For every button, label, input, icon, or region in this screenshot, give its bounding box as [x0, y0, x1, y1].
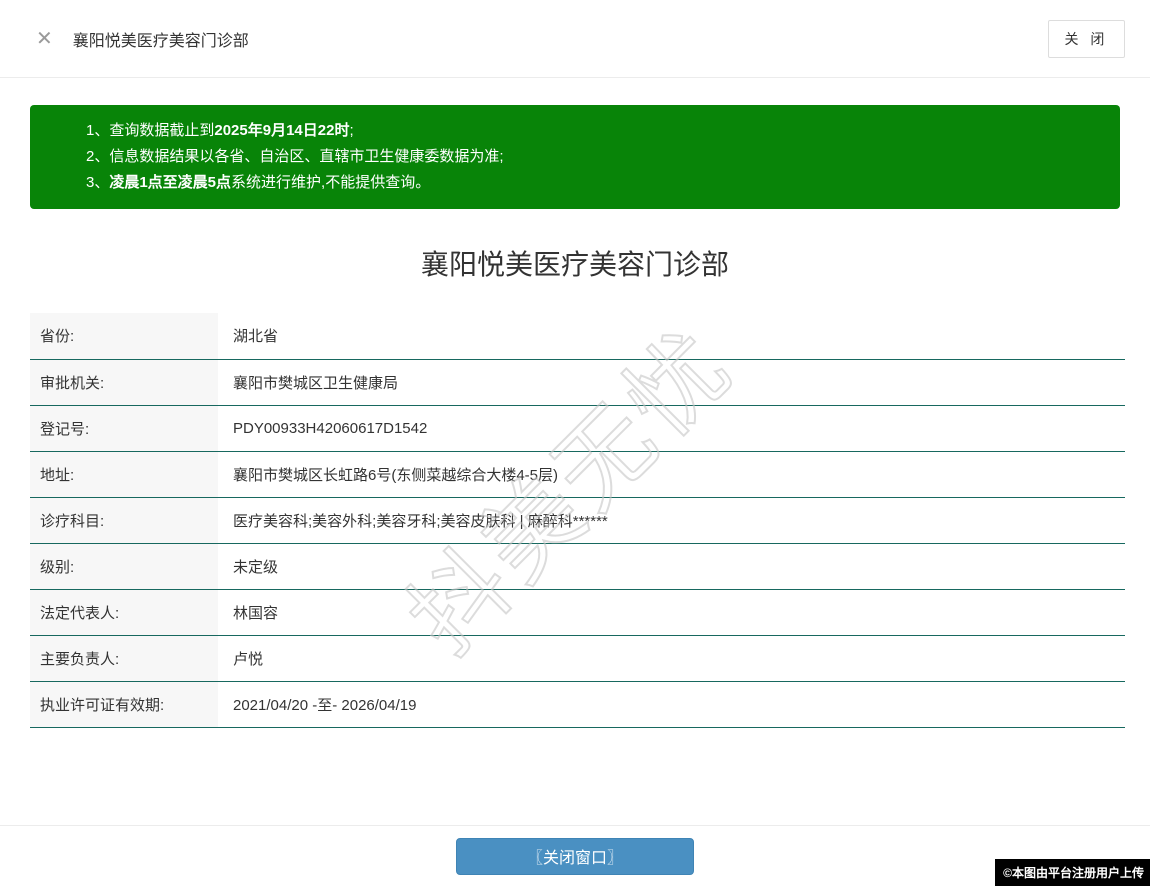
notice-num: 3、: [86, 174, 110, 191]
table-row: 登记号: PDY00933H42060617D1542: [30, 405, 1125, 452]
notice-box: 1、查询数据截止到2025年9月14日22时; 2、信息数据结果以各省、自治区、…: [30, 105, 1120, 209]
row-label: 执业许可证有效期:: [30, 681, 218, 728]
row-label: 省份:: [30, 313, 218, 360]
notice-num: 1、: [86, 122, 110, 139]
table-row: 地址: 襄阳市樊城区长虹路6号(东侧菜越综合大楼4-5层): [30, 451, 1125, 498]
notice-line: 3、凌晨1点至凌晨5点系统进行维护,不能提供查询。: [86, 170, 1100, 196]
close-icon[interactable]: ✕: [36, 29, 53, 49]
table-row: 诊疗科目: 医疗美容科;美容外科;美容牙科;美容皮肤科 | 麻醉科******: [30, 497, 1125, 544]
row-label: 级别:: [30, 543, 218, 590]
row-value: PDY00933H42060617D1542: [218, 405, 1125, 452]
notice-text: ;: [349, 122, 354, 139]
row-value: 襄阳市樊城区卫生健康局: [218, 359, 1125, 406]
notice-bold-text: 凌晨1点至凌晨5点: [109, 174, 232, 191]
table-row: 主要负责人: 卢悦: [30, 635, 1125, 682]
row-label: 审批机关:: [30, 359, 218, 406]
row-value: 卢悦: [218, 635, 1125, 682]
table-row: 执业许可证有效期: 2021/04/20 -至- 2026/04/19: [30, 681, 1125, 728]
row-label: 诊疗科目:: [30, 497, 218, 544]
close-window-button[interactable]: 〖关闭窗口〗: [456, 837, 694, 875]
row-value: 林国容: [218, 589, 1125, 636]
table-row: 级别: 未定级: [30, 543, 1125, 590]
notice-text: 信息数据结果以各省、自治区、直辖市卫生健康委数据为准;: [109, 148, 504, 165]
institution-info-table: 省份: 湖北省 审批机关: 襄阳市樊城区卫生健康局 登记号: PDY00933H420…: [30, 313, 1125, 728]
footer: 〖关闭窗口〗: [0, 826, 1150, 886]
row-value: 襄阳市樊城区长虹路6号(东侧菜越综合大楼4-5层): [218, 451, 1125, 498]
notice-num: 2、: [86, 148, 110, 165]
notice-text: 查询数据截止到: [109, 122, 215, 139]
row-value: 医疗美容科;美容外科;美容牙科;美容皮肤科 | 麻醉科******: [218, 497, 1125, 544]
row-value: 湖北省: [218, 313, 1125, 360]
row-label: 地址:: [30, 451, 218, 498]
notice-line: 2、信息数据结果以各省、自治区、直辖市卫生健康委数据为准;: [86, 144, 1100, 170]
table-row: 审批机关: 襄阳市樊城区卫生健康局: [30, 359, 1125, 406]
row-value: 未定级: [218, 543, 1125, 590]
row-value: 2021/04/20 -至- 2026/04/19: [218, 681, 1125, 728]
notice-text: 系统进行维护,不能提供查询。: [231, 174, 431, 191]
notice-bold-text: 2025年9月14日22时: [214, 122, 350, 139]
table-row: 法定代表人: 林国容: [30, 589, 1125, 636]
row-label: 登记号:: [30, 405, 218, 452]
row-label: 法定代表人:: [30, 589, 218, 636]
page-title: 襄阳悦美医疗美容门诊部: [420, 249, 729, 280]
row-label: 主要负责人:: [30, 635, 218, 682]
table-row: 省份: 湖北省: [30, 313, 1125, 360]
window-header: ✕ 襄阳悦美医疗美容门诊部 关 闭: [0, 0, 1150, 78]
notice-line: 1、查询数据截止到2025年9月14日22时;: [86, 118, 1100, 144]
window-title: 襄阳悦美医疗美容门诊部: [72, 32, 249, 50]
close-button[interactable]: 关 闭: [1048, 20, 1125, 58]
copyright-badge: ©本图由平台注册用户上传: [995, 859, 1150, 886]
